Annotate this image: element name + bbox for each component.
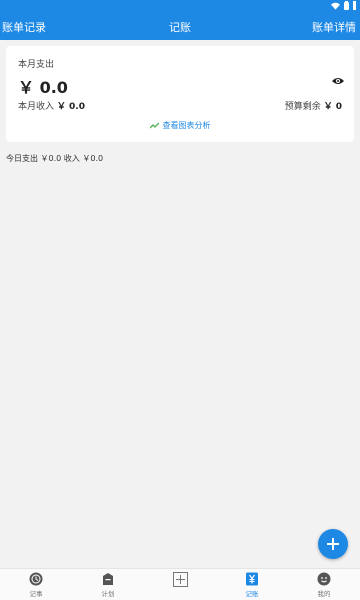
monthly-summary-card: 本月支出 ￥ 0.0 本月收入 ￥ 0.0 预算剩余 ￥ 0 查看图表分析 <box>6 46 354 142</box>
bill-details-button[interactable]: 账单详情 <box>312 19 356 35</box>
nav-item-bookkeeping[interactable]: 记账 <box>216 569 288 600</box>
nav-label-plan: 计划 <box>101 590 115 598</box>
budget-value: ￥ 0 <box>323 102 342 112</box>
page-title: 记账 <box>169 21 191 34</box>
nav-item-add[interactable] <box>144 569 216 600</box>
toggle-visibility-button[interactable] <box>332 70 344 89</box>
yen-icon <box>246 572 258 586</box>
today-summary: 今日支出 ￥0.0 收入 ￥0.0 <box>6 154 104 163</box>
add-box-icon <box>172 572 188 587</box>
profile-icon <box>317 572 331 586</box>
signal-icon <box>353 1 356 10</box>
month-income: 本月收入 ￥ 0.0 <box>18 99 85 112</box>
battery-icon <box>344 1 349 10</box>
view-chart-analysis-label: 查看图表分析 <box>162 121 211 130</box>
budget-label: 预算剩余 <box>284 102 321 112</box>
plus-icon <box>327 538 339 550</box>
nav-label-bookkeeping: 记账 <box>245 590 259 598</box>
add-record-button[interactable] <box>318 529 348 559</box>
view-chart-analysis-link[interactable]: 查看图表分析 <box>6 120 354 131</box>
plan-icon <box>103 573 113 585</box>
bottom-navigation: 记事 计划 记账 我的 <box>0 568 360 600</box>
nav-label-profile: 我的 <box>317 590 331 598</box>
nav-item-plan[interactable]: 计划 <box>72 569 144 600</box>
top-app-bar: 账单记录 记账 账单详情 <box>0 12 360 40</box>
nav-item-profile[interactable]: 我的 <box>288 569 360 600</box>
month-income-label: 本月收入 <box>18 102 55 112</box>
month-expense-label: 本月支出 <box>18 60 55 70</box>
wifi-icon <box>331 2 340 10</box>
budget-remaining: 预算剩余 ￥ 0 <box>285 99 342 112</box>
eye-icon <box>332 78 344 84</box>
nav-label-notes: 记事 <box>29 590 43 598</box>
status-bar <box>0 0 360 12</box>
month-income-value: ￥ 0.0 <box>56 102 85 112</box>
nav-item-notes[interactable]: 记事 <box>0 569 72 600</box>
chart-trend-icon <box>149 122 159 129</box>
clock-icon <box>29 572 43 586</box>
month-expense-value: ￥ 0.0 <box>18 78 68 97</box>
